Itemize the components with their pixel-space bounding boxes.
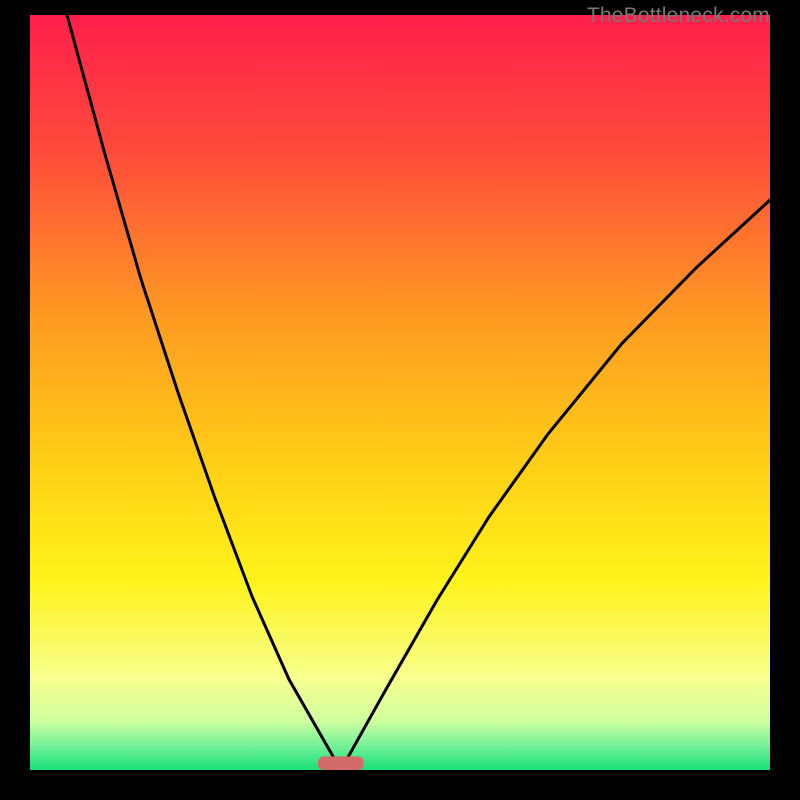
chart-plot-area: [30, 15, 770, 770]
gradient-background: [30, 15, 770, 770]
marker-pill: [318, 756, 364, 770]
watermark-text: TheBottleneck.com: [587, 4, 770, 28]
chart-frame: TheBottleneck.com: [0, 0, 800, 800]
chart-svg: [30, 15, 770, 770]
minimum-marker: [318, 756, 364, 770]
